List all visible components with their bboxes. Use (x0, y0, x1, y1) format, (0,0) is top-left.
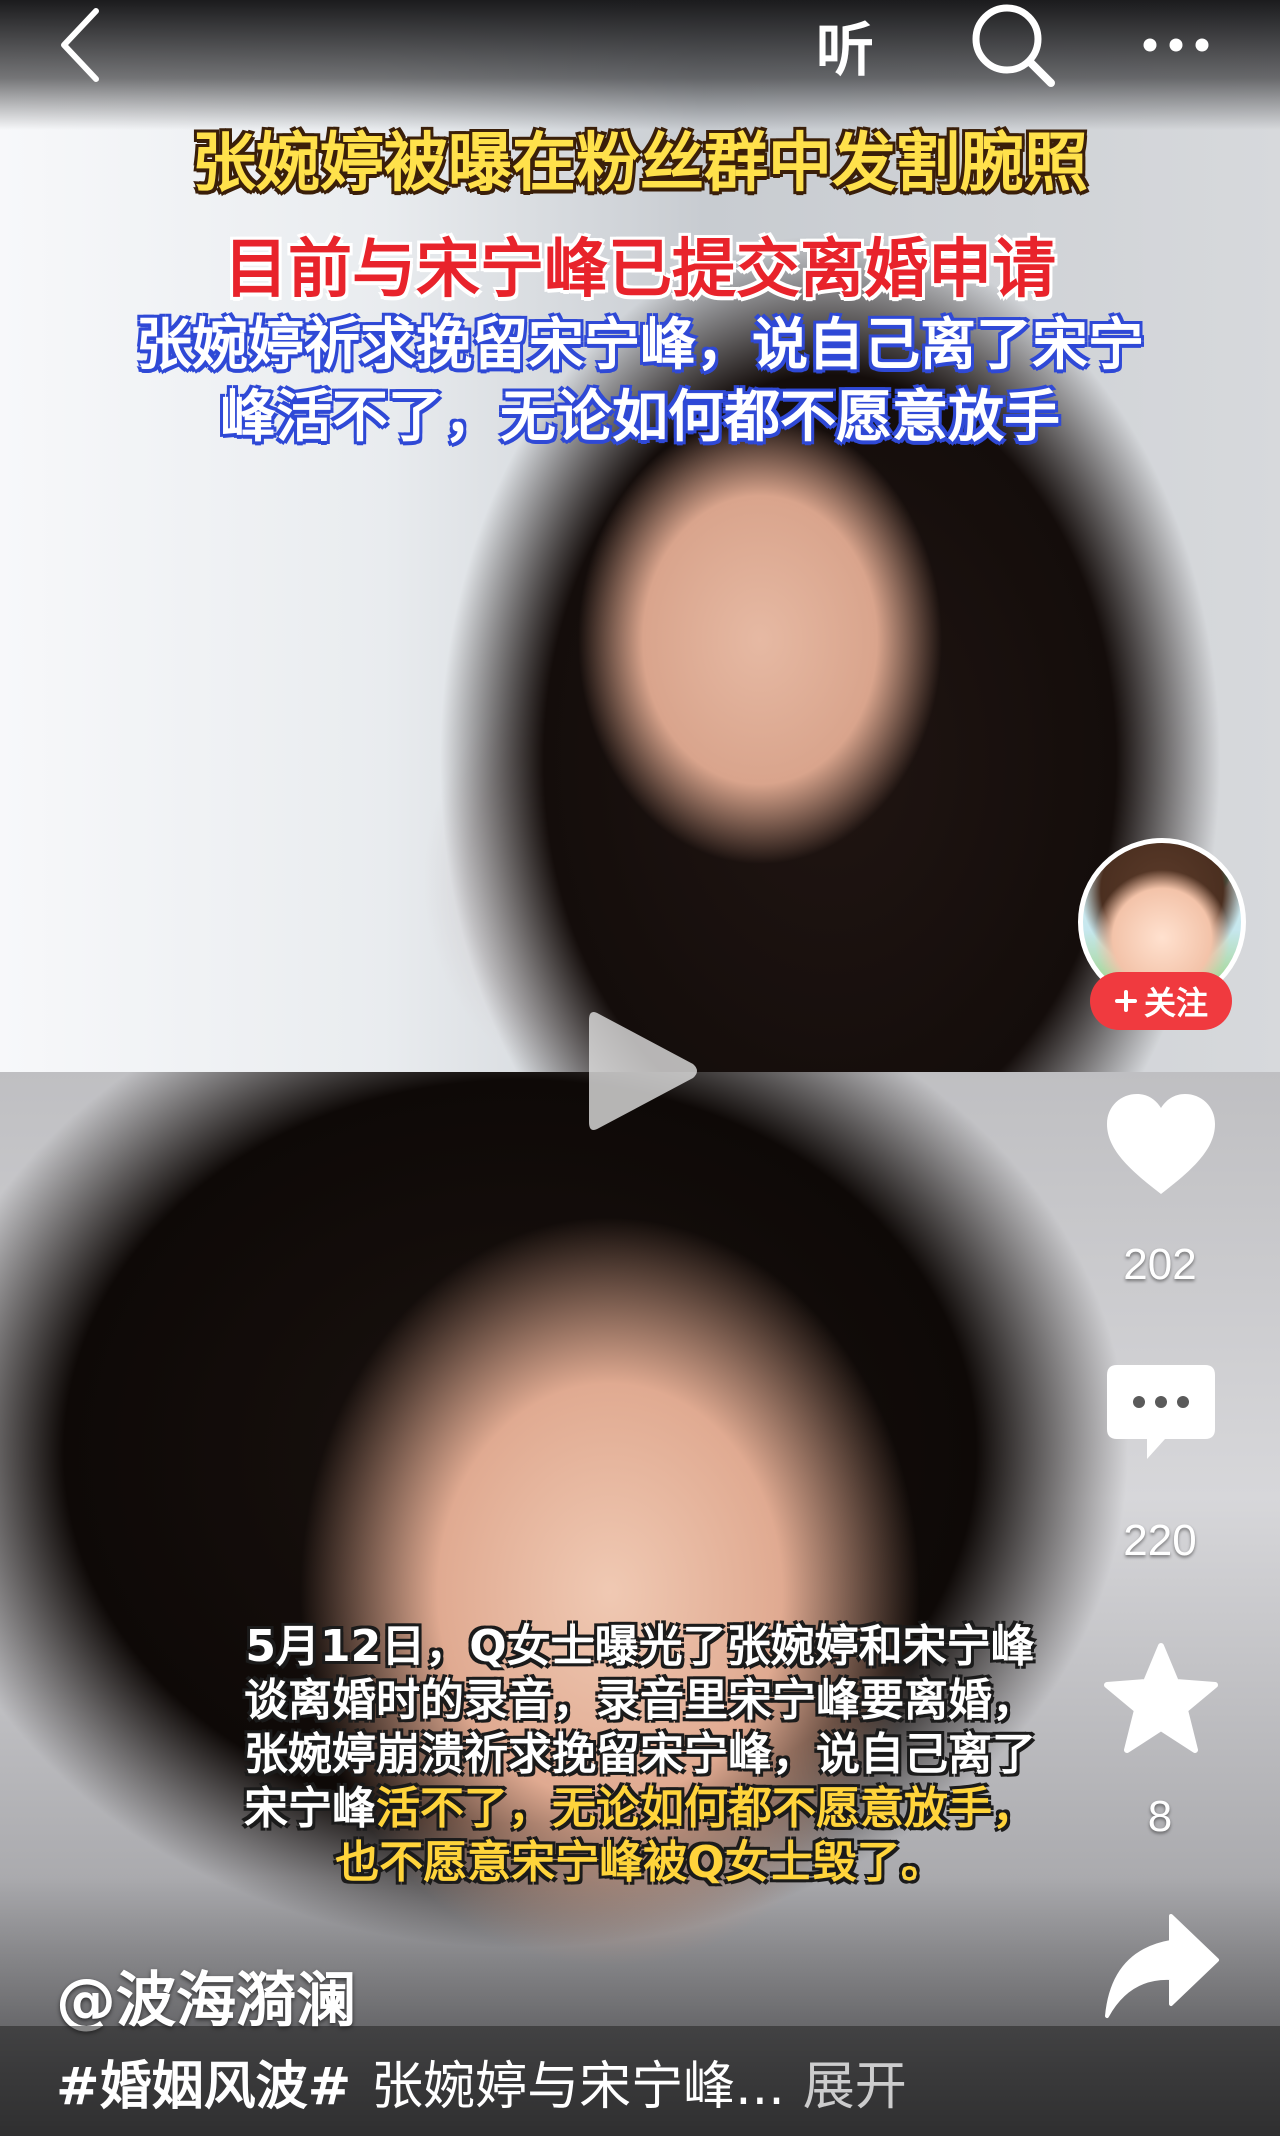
comment-button[interactable] (1098, 1350, 1224, 1476)
caption-bottom-line2: 谈离婚时的录音，录音里宋宁峰要离婚， (244, 1675, 1036, 1726)
like-count: 202 (1123, 1240, 1197, 1289)
caption-bottom-line4-start: 宋宁峰 (244, 1783, 376, 1834)
favorite-button[interactable] (1098, 1636, 1224, 1762)
follow-button[interactable]: 关注 (1090, 972, 1232, 1030)
search-button[interactable] (968, 0, 1058, 90)
favorite-count: 8 (1147, 1792, 1173, 1841)
follow-label: 关注 (1143, 985, 1208, 1021)
caption-summary-line2: 峰活不了，无论如何都不愿意放手 (220, 385, 1060, 450)
expand-button[interactable]: 展开 (803, 2044, 907, 2119)
comment-icon (1107, 1365, 1215, 1459)
like-button[interactable] (1098, 1082, 1224, 1208)
post-text: 张婉婷与宋宁峰... (371, 2056, 785, 2117)
caption-bottom: 5月12日，Q女士曝光了张婉婷和宋宁峰 谈离婚时的录音，录音里宋宁峰要离婚， 张… (150, 1620, 1130, 1890)
caption-bottom-line4: 宋宁峰活不了，无论如何都不愿意放手， (150, 1782, 1130, 1836)
caption-headline: 张婉婷被曝在粉丝群中发割腕照 (192, 127, 1088, 201)
plus-icon (1114, 990, 1137, 1012)
share-button[interactable] (1098, 1902, 1224, 2028)
more-icon (1143, 38, 1209, 52)
caption-subheadline: 目前与宋宁峰已提交离婚申请 (224, 233, 1056, 307)
back-chevron-icon (61, 8, 99, 82)
caption-summary: 张婉婷祈求挽留宋宁峰，说自己离了宋宁 峰活不了，无论如何都不愿意放手 (0, 310, 1280, 454)
hashtag-link[interactable]: #婚姻风波# (56, 2044, 351, 2119)
caption-bottom-line1: 5月12日，Q女士曝光了张婉婷和宋宁峰 (245, 1621, 1035, 1672)
caption-bottom-line3: 张婉婷崩溃祈求挽留宋宁峰，说自己离了 (244, 1729, 1036, 1780)
listen-button[interactable]: 听 (800, 0, 890, 90)
post-description[interactable]: #婚姻风波# 张婉婷与宋宁峰... 展开 (0, 2026, 1280, 2136)
comment-count: 220 (1123, 1516, 1197, 1565)
search-icon (972, 4, 1055, 87)
share-icon (1105, 1914, 1219, 2018)
top-nav: 听 (0, 0, 1280, 90)
caption-summary-line1: 张婉婷祈求挽留宋宁峰，说自己离了宋宁 (136, 313, 1144, 378)
back-button[interactable] (40, 0, 120, 90)
caption-bottom-line5: 也不愿意宋宁峰被Q女士毁了。 (335, 1837, 945, 1888)
heart-icon (1107, 1094, 1215, 1194)
more-button[interactable] (1126, 0, 1226, 90)
play-icon[interactable] (585, 1006, 703, 1136)
star-icon (1104, 1643, 1218, 1753)
caption-bottom-line4-end: 活不了，无论如何都不愿意放手， (376, 1783, 1036, 1834)
